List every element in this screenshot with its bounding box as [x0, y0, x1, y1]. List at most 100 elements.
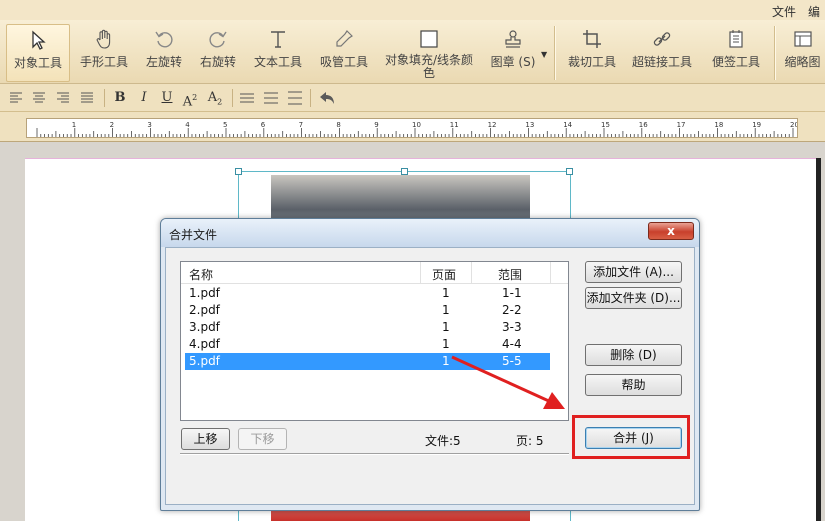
note-icon: [729, 30, 743, 48]
stamp-dropdown-icon[interactable]: ▼: [541, 50, 547, 59]
file-row[interactable]: 1.pdf 1 1-1: [185, 285, 550, 302]
bold-button[interactable]: B: [110, 88, 130, 108]
ruler-label: 15: [601, 121, 610, 129]
italic-button[interactable]: I: [134, 88, 154, 108]
merge-files-dialog: 合并文件 x 名称 页面 范围 1.pdf 1 1-1 2.pdf 1 2-2: [160, 218, 700, 511]
ruler-label: 1: [72, 121, 76, 129]
hand-tool-label: 手形工具: [79, 55, 128, 69]
menu-bar: 文件 编辑: [0, 0, 825, 36]
file-range: 5-5: [502, 354, 522, 368]
crop-tool-button[interactable]: 裁切工具: [562, 24, 622, 82]
fill-color-icon: [420, 30, 438, 48]
ruler-label: 20: [790, 121, 797, 129]
ruler-label: 13: [525, 121, 534, 129]
resize-handle[interactable]: [235, 168, 242, 175]
dialog-title: 合并文件: [169, 228, 218, 242]
ruler-label: 6: [261, 121, 266, 129]
file-list[interactable]: 名称 页面 范围 1.pdf 1 1-1 2.pdf 1 2-2 3.pdf 1…: [180, 261, 569, 421]
column-header-range[interactable]: 范围: [498, 266, 522, 283]
move-up-button[interactable]: 上移: [181, 428, 230, 450]
subscript-button[interactable]: A2: [205, 88, 225, 108]
close-button[interactable]: x: [648, 222, 694, 240]
help-button[interactable]: 帮助: [585, 374, 682, 396]
file-name: 5.pdf: [189, 354, 220, 368]
subscript-mark: 2: [217, 97, 223, 107]
note-tool-label: 便签工具: [711, 55, 760, 69]
link-icon: [653, 32, 671, 46]
ruler-strip: 1 2 3 4 5 6 7 8 9 10 11 12 13 14 15 16 17 18 19 20: [26, 118, 799, 138]
column-divider[interactable]: [550, 262, 551, 284]
thumbnail-icon: [793, 31, 812, 47]
ruler-label: 14: [563, 121, 572, 129]
dialog-title-bar[interactable]: 合并文件 x: [161, 219, 699, 247]
hand-icon: [96, 29, 111, 49]
ruler-label: 12: [488, 121, 497, 129]
file-row-selected[interactable]: 5.pdf 1 5-5: [185, 353, 550, 370]
toolbar-separator: [554, 26, 555, 80]
close-icon: x: [667, 224, 675, 238]
align-right-icon[interactable]: [57, 92, 69, 104]
align-left-icon[interactable]: [10, 92, 22, 104]
ruler-label: 10: [412, 121, 421, 129]
format-separator: [232, 89, 233, 107]
resize-handle[interactable]: [566, 168, 573, 175]
text-tool-label: 文本工具: [253, 55, 302, 69]
note-tool-button[interactable]: 便签工具: [704, 24, 768, 82]
toolbar-separator: [774, 26, 775, 80]
column-header-name[interactable]: 名称: [189, 266, 213, 283]
eyedropper-tool-button[interactable]: 吸管工具: [314, 24, 374, 82]
file-range: 2-2: [502, 303, 522, 317]
subscript-letter: A: [207, 90, 218, 105]
file-pages: 1: [442, 303, 450, 317]
ruler-label: 17: [677, 121, 686, 129]
line-spacing-1-icon[interactable]: [240, 92, 254, 104]
column-header-pages[interactable]: 页面: [432, 266, 456, 283]
align-center-icon[interactable]: [33, 92, 45, 104]
fill-color-tool-button[interactable]: 对象填充/线条颜色: [380, 24, 478, 82]
column-divider[interactable]: [420, 262, 421, 284]
file-row[interactable]: 3.pdf 1 3-3: [185, 319, 550, 336]
undo-icon[interactable]: [318, 90, 336, 106]
file-name: 4.pdf: [189, 337, 220, 351]
text-tool-button[interactable]: 文本工具: [248, 24, 308, 82]
file-row[interactable]: 2.pdf 1 2-2: [185, 302, 550, 319]
ruler-ticks: 1 2 3 4 5 6 7 8 9 10 11 12 13 14 15 16 17 18 19 20: [36, 121, 799, 137]
thumbnail-tool-button[interactable]: 缩略图: [780, 24, 825, 82]
rotate-left-icon: [155, 31, 173, 48]
ruler-label: 5: [223, 121, 227, 129]
main-toolbar: 对象工具 手形工具 左旋转 右旋转 文本工具 吸管工具 对象填充/线条颜色 图章…: [0, 20, 825, 84]
eyedropper-icon: [336, 30, 353, 47]
ruler-label: 16: [639, 121, 648, 129]
ruler-label: 9: [374, 121, 378, 129]
ruler-label: 7: [299, 121, 303, 129]
stamp-tool-label: 图章 (S): [490, 55, 536, 69]
rotate-right-button[interactable]: 右旋转: [194, 24, 242, 82]
hyperlink-tool-button[interactable]: 超链接工具: [628, 24, 696, 82]
rotate-left-button[interactable]: 左旋转: [140, 24, 188, 82]
column-divider[interactable]: [471, 262, 472, 284]
add-folder-button[interactable]: 添加文件夹 (D)...: [585, 287, 682, 309]
ruler-label: 18: [714, 121, 723, 129]
file-row[interactable]: 4.pdf 1 4-4: [185, 336, 550, 353]
underline-button[interactable]: U: [157, 88, 177, 108]
format-toolbar: B I U A2 A2: [0, 84, 825, 112]
rotate-left-label: 左旋转: [145, 55, 182, 69]
delete-button[interactable]: 删除 (D): [585, 344, 682, 366]
format-separator: [310, 89, 311, 107]
hand-tool-button[interactable]: 手形工具: [74, 24, 134, 82]
object-tool-button[interactable]: 对象工具: [6, 24, 70, 82]
thumbnail-tool-label: 缩略图: [784, 55, 821, 69]
line-spacing-3-icon[interactable]: [288, 91, 302, 105]
ruler-label: 11: [450, 121, 459, 129]
stamp-tool-button[interactable]: 图章 (S): [486, 24, 540, 82]
file-pages: 1: [442, 354, 450, 368]
menu-file[interactable]: 文件: [772, 3, 796, 20]
format-separator: [104, 89, 105, 107]
justify-icon[interactable]: [81, 92, 93, 104]
ruler-label: 19: [752, 121, 761, 129]
add-file-button[interactable]: 添加文件 (A)...: [585, 261, 682, 283]
resize-handle[interactable]: [401, 168, 408, 175]
superscript-button[interactable]: A2: [180, 88, 200, 109]
page-shadow: [816, 158, 821, 521]
line-spacing-2-icon[interactable]: [264, 92, 278, 104]
